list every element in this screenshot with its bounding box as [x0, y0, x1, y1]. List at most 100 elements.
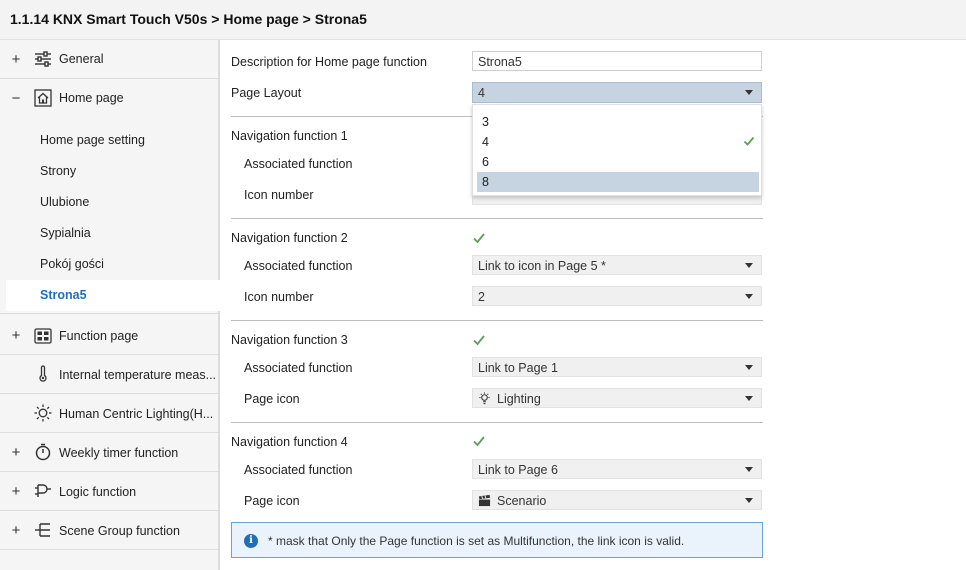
nav3-page-icon-value: Lighting	[497, 392, 541, 406]
sidebar-subitem-label: Ulubione	[40, 195, 90, 209]
chevron-down-icon	[745, 467, 753, 472]
chevron-down-icon	[745, 396, 753, 401]
logic-icon	[34, 482, 52, 500]
expand-icon[interactable]: +	[9, 523, 23, 538]
description-label: Description for Home page function	[231, 55, 427, 69]
nav3-page-icon-label: Page icon	[244, 392, 300, 406]
timer-icon	[34, 443, 52, 461]
nav2-assoc-label: Associated function	[244, 259, 353, 273]
sidebar-item-label: Logic function	[59, 485, 137, 499]
nav4-label: Navigation function 4	[231, 435, 348, 449]
nav4-assoc-value: Link to Page 6	[478, 463, 558, 477]
nav2-icon-number-select[interactable]: 2	[472, 286, 762, 306]
home-icon	[34, 89, 52, 107]
expand-icon[interactable]: +	[9, 52, 23, 67]
dropdown-option-4[interactable]: 4	[477, 132, 759, 152]
sidebar-item-label: Scene Group function	[59, 524, 180, 538]
dropdown-option-8[interactable]: 8	[477, 172, 759, 192]
nav2-label: Navigation function 2	[231, 231, 348, 245]
lightbulb-icon	[479, 392, 490, 405]
description-input[interactable]: Strona5	[472, 51, 762, 71]
sidebar-subitem-pokoj-gosci[interactable]: Pokój gości	[0, 249, 218, 280]
nav1-icon-number-label: Icon number	[244, 188, 314, 202]
nav1-label: Navigation function 1	[231, 129, 348, 143]
sidebar-subitem-ulubione[interactable]: Ulubione	[0, 187, 218, 218]
sidebar-item-weekly-timer[interactable]: + Weekly timer function	[0, 433, 218, 472]
sidebar-item-general[interactable]: + General	[0, 40, 218, 79]
page-layout-dropdown: 3 4 6 8	[472, 104, 762, 196]
scene-group-icon	[34, 521, 52, 539]
sidebar-item-label: Weekly timer function	[59, 446, 179, 460]
thermometer-icon	[34, 365, 52, 383]
dropdown-option-3[interactable]: 3	[477, 112, 759, 132]
nav2-assoc-value: Link to icon in Page 5 *	[478, 259, 606, 273]
selected-check-icon	[743, 136, 755, 146]
sidebar-item-human-centric-lighting[interactable]: Human Centric Lighting(H...	[0, 394, 218, 433]
clapperboard-icon	[478, 494, 491, 507]
nav2-assoc-select[interactable]: Link to icon in Page 5 *	[472, 255, 762, 275]
nav2-icon-number-label: Icon number	[244, 290, 314, 304]
sidebar-item-logic-function[interactable]: + Logic function	[0, 472, 218, 511]
sun-icon	[34, 404, 52, 422]
option-label: 8	[482, 175, 489, 189]
nav4-page-icon-label: Page icon	[244, 494, 300, 508]
sidebar-item-scene-group[interactable]: + Scene Group function	[0, 511, 218, 550]
title-bar: 1.1.14 KNX Smart Touch V50s > Home page …	[0, 0, 966, 40]
nav3-assoc-label: Associated function	[244, 361, 353, 375]
sidebar-item-label: General	[59, 52, 104, 66]
nav3-assoc-value: Link to Page 1	[478, 361, 558, 375]
sidebar-subitem-home-page-setting[interactable]: Home page setting	[0, 125, 218, 156]
expand-icon[interactable]: +	[9, 328, 23, 343]
nav2-icon-number-value: 2	[478, 290, 485, 304]
sidebar-item-internal-temperature[interactable]: Internal temperature meas...	[0, 355, 218, 394]
chevron-down-icon	[745, 365, 753, 370]
sidebar-item-function-page[interactable]: + Function page	[0, 316, 218, 355]
divider	[231, 218, 763, 219]
nav1-assoc-label: Associated function	[244, 157, 353, 171]
expand-icon[interactable]: +	[9, 445, 23, 460]
nav4-assoc-select[interactable]: Link to Page 6	[472, 459, 762, 479]
nav3-page-icon-select[interactable]: Lighting	[472, 388, 762, 408]
sidebar: + General − Home page Home page setting …	[0, 40, 220, 570]
page-layout-select[interactable]: 4	[472, 82, 762, 103]
info-icon: i	[244, 534, 258, 548]
sidebar-item-label: Internal temperature meas...	[59, 368, 217, 382]
divider	[231, 422, 763, 423]
expand-icon[interactable]: +	[9, 484, 23, 499]
grid-icon	[34, 327, 52, 345]
nav3-assoc-select[interactable]: Link to Page 1	[472, 357, 762, 377]
info-text: * mask that Only the Page function is se…	[268, 534, 685, 548]
sidebar-subitem-strona5[interactable]: Strona5	[6, 280, 220, 311]
sidebar-item-label: Function page	[59, 329, 139, 343]
nav4-assoc-label: Associated function	[244, 463, 353, 477]
chevron-down-icon	[745, 90, 753, 95]
nav3-page-icon-display: Lighting	[478, 392, 541, 406]
sidebar-item-home-page[interactable]: − Home page	[0, 79, 218, 118]
option-label: 3	[482, 115, 489, 129]
nav2-checkbox[interactable]	[472, 231, 486, 245]
sidebar-subitem-label: Home page setting	[40, 133, 145, 147]
nav3-label: Navigation function 3	[231, 333, 348, 347]
nav4-page-icon-value: Scenario	[497, 494, 547, 508]
nav4-page-icon-display: Scenario	[478, 494, 546, 508]
sidebar-subitem-sypialnia[interactable]: Sypialnia	[0, 218, 218, 249]
nav4-checkbox[interactable]	[472, 434, 486, 448]
page-layout-value: 4	[478, 86, 485, 100]
sidebar-subitem-label: Strona5	[40, 288, 87, 302]
chevron-down-icon	[745, 263, 753, 268]
breadcrumb-title: 1.1.14 KNX Smart Touch V50s > Home page …	[10, 11, 367, 27]
sidebar-subitem-strony[interactable]: Strony	[0, 156, 218, 187]
page-layout-label: Page Layout	[231, 86, 302, 100]
collapse-icon[interactable]: −	[9, 91, 23, 106]
sidebar-item-label: Home page	[59, 91, 124, 105]
sliders-icon	[34, 50, 52, 68]
dropdown-option-6[interactable]: 6	[477, 152, 759, 172]
description-value: Strona5	[478, 55, 522, 69]
nav4-page-icon-select[interactable]: Scenario	[472, 490, 762, 510]
sidebar-subitem-label: Sypialnia	[40, 226, 91, 240]
chevron-down-icon	[745, 498, 753, 503]
nav3-checkbox[interactable]	[472, 333, 486, 347]
option-label: 6	[482, 155, 489, 169]
chevron-down-icon	[745, 294, 753, 299]
sidebar-item-label: Human Centric Lighting(H...	[59, 407, 214, 421]
